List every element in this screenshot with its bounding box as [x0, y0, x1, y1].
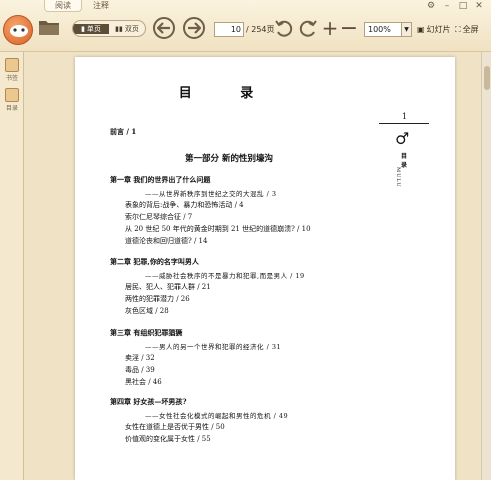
open-folder-button[interactable] [38, 17, 60, 37]
toc-chapter[interactable]: 第三章 有组织犯罪猖獗 [110, 328, 182, 338]
toc-entry[interactable]: 黑社会 / 46 [125, 377, 162, 387]
page-total: / 254页 [246, 25, 275, 34]
sidebar-item-bookmarks[interactable]: 书签 [2, 58, 22, 82]
chevron-down-icon[interactable]: ▼ [401, 23, 411, 36]
toc-entry[interactable]: 两性的犯罪潜力 / 26 [125, 294, 190, 304]
toc-entry[interactable]: 毒品 / 39 [125, 365, 155, 375]
toc-entry[interactable]: 道德沦丧和回归道德? / 14 [125, 236, 207, 246]
sidebar: 书签 目录 [0, 52, 24, 480]
toc-entry[interactable]: ——女性社会化模式的崛起和男性的危机 / 49 [145, 410, 288, 420]
double-page-button[interactable]: ▮▮ 双页 [109, 24, 145, 34]
arrow-left-icon [157, 22, 170, 34]
scrollbar-thumb[interactable] [484, 66, 490, 90]
double-page-icon: ▮▮ [115, 24, 123, 33]
rotate-right-icon [299, 20, 317, 37]
plus-icon: + [321, 16, 339, 40]
toc-entry[interactable]: ——男人的另一个世界和犯罪的经济化 / 31 [145, 341, 281, 351]
rotate-left-button[interactable] [274, 18, 294, 38]
margin-rule [379, 123, 429, 124]
next-page-button[interactable] [183, 17, 205, 39]
toolbar: 阅读 注释 ⚙ – □ ✕ ▮ 单页 ▮▮ 双页 10 / 254页 + − 100… [0, 0, 491, 52]
margin-label: 目录 [401, 153, 408, 169]
document-page: 目 录 1 ♂ 目录 MULU 前言 / 1 第一部分 新的性别壕沟 第一章 我… [75, 57, 455, 480]
toc-entry[interactable]: 前言 / 1 [110, 127, 136, 137]
sidebar-item-toc[interactable]: 目录 [2, 88, 22, 112]
toc-entry[interactable]: 价值观的变化属于女性 / 55 [125, 434, 211, 444]
toc-entry[interactable]: ——威胁社会秩序的不是暴力和犯罪,而是男人 / 19 [145, 270, 305, 280]
document-viewer: 目 录 1 ♂ 目录 MULU 前言 / 1 第一部分 新的性别壕沟 第一章 我… [24, 52, 491, 480]
settings-icon[interactable]: ⚙ [425, 0, 437, 12]
window-controls: ⚙ – □ ✕ [425, 0, 485, 12]
vertical-scrollbar[interactable] [481, 52, 491, 480]
toc-entry[interactable]: 卖淫 / 32 [125, 353, 155, 363]
slideshow-icon: ▣ [417, 25, 425, 34]
margin-page-number: 1 [402, 112, 408, 121]
toc-entry[interactable]: ——从世界新秩序到世纪之交的大混乱 / 3 [145, 188, 276, 198]
page-number-input[interactable]: 10 [214, 22, 244, 37]
zoom-in-button[interactable]: + [321, 16, 339, 40]
zoom-select[interactable]: 100% ▼ [364, 22, 412, 37]
fullscreen-icon: ⛶ [455, 24, 461, 34]
male-symbol-icon: ♂ [395, 129, 410, 148]
toc-entry[interactable]: 灰色区域 / 28 [125, 306, 169, 316]
fullscreen-button[interactable]: ⛶ 全屏 [455, 24, 479, 35]
toc-icon [5, 88, 19, 102]
page-title: 目 录 [178, 86, 276, 101]
margin-vertical-label: MULU [395, 167, 401, 188]
zoom-out-button[interactable]: − [339, 15, 359, 41]
mode-tabs: 阅读 注释 [44, 0, 120, 12]
maximize-icon[interactable]: □ [457, 0, 469, 12]
slideshow-button[interactable]: ▣ 幻灯片 [417, 24, 451, 35]
tab-read[interactable]: 阅读 [44, 0, 82, 12]
bookmark-icon [5, 58, 19, 72]
single-page-icon: ▮ [81, 24, 85, 33]
minus-icon: − [339, 15, 359, 41]
folder-icon [39, 21, 59, 35]
toc-chapter[interactable]: 第四章 好女孩—坏男孩? [110, 397, 187, 407]
tab-annotate[interactable]: 注释 [82, 0, 120, 12]
prev-page-button[interactable] [153, 17, 175, 39]
single-page-button[interactable]: ▮ 单页 [73, 23, 109, 34]
app-logo [3, 15, 33, 45]
close-icon[interactable]: ✕ [473, 0, 485, 12]
toc-entry[interactable]: 表象的背后:战争、暴力和恐怖活动 / 4 [125, 200, 244, 210]
view-mode-toggle[interactable]: ▮ 单页 ▮▮ 双页 [72, 20, 146, 37]
toc-entry[interactable]: 居民、犯人、犯罪人群 / 21 [125, 282, 211, 292]
toc-entry[interactable]: 女性在道德上是否优于男性 / 50 [125, 422, 225, 432]
minimize-icon[interactable]: – [441, 0, 453, 12]
toc-chapter[interactable]: 第一章 我们的世界出了什么问题 [110, 175, 210, 185]
rotate-right-button[interactable] [298, 18, 318, 38]
toc-chapter[interactable]: 第二章 犯罪,你的名字叫男人 [110, 257, 199, 267]
arrow-right-icon [188, 22, 201, 34]
rotate-left-icon [275, 20, 293, 37]
toc-part-heading[interactable]: 第一部分 新的性别壕沟 [185, 152, 273, 164]
toc-entry[interactable]: 从 20 世纪 50 年代的黄金时期到 21 世纪的道德崩溃? / 10 [125, 224, 311, 234]
toc-entry[interactable]: 索尔仁尼琴综合征 / 7 [125, 212, 192, 222]
